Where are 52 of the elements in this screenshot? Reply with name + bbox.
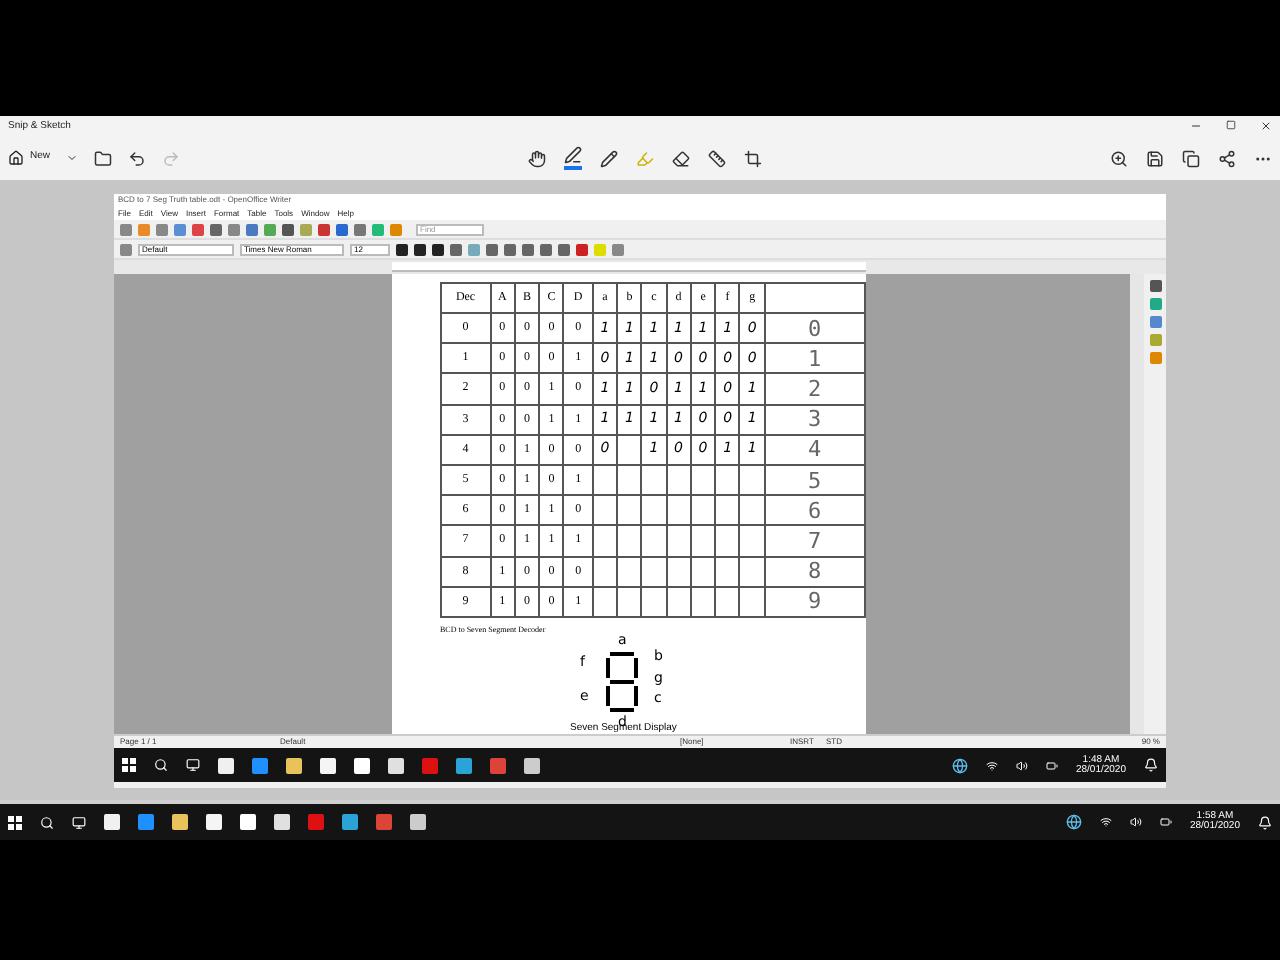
start-icon[interactable] — [122, 758, 136, 772]
task-view-icon[interactable] — [186, 758, 200, 772]
pen-icon[interactable] — [564, 146, 583, 164]
segment-digit: 4 — [808, 436, 822, 463]
notification-icon[interactable] — [1258, 815, 1272, 829]
app-icon[interactable] — [354, 757, 370, 773]
segment-digit: 1 — [808, 345, 822, 372]
app-icon[interactable] — [218, 757, 234, 773]
battery-icon[interactable] — [1159, 816, 1172, 828]
crop-icon[interactable] — [744, 149, 763, 167]
app-icon[interactable] — [456, 757, 472, 773]
scrollbar[interactable] — [1130, 274, 1144, 734]
network-icon[interactable] — [985, 759, 998, 771]
folder-icon[interactable] — [94, 149, 113, 167]
segment-digit: 8 — [808, 558, 822, 585]
share-icon[interactable] — [1218, 149, 1237, 167]
styles-icon[interactable] — [120, 243, 132, 255]
copy-icon[interactable] — [1182, 149, 1201, 167]
segment-digit: 7 — [808, 527, 822, 554]
app-icon[interactable] — [388, 757, 404, 773]
battery-icon[interactable] — [1045, 759, 1058, 771]
app-icon[interactable] — [286, 757, 302, 773]
eraser-icon[interactable] — [672, 149, 691, 167]
close-icon[interactable] — [1260, 120, 1272, 132]
globe-icon[interactable] — [1065, 814, 1082, 830]
segment-digit: 5 — [808, 467, 822, 494]
app-icon[interactable] — [252, 757, 268, 773]
segment-digit: 2 — [808, 375, 822, 402]
app-icon[interactable] — [524, 757, 540, 773]
volume-icon[interactable] — [1129, 816, 1142, 828]
task-view-icon[interactable] — [72, 815, 86, 829]
save-icon[interactable] — [1146, 149, 1165, 167]
zoom-icon[interactable] — [1110, 149, 1129, 167]
undo-icon[interactable] — [128, 149, 147, 167]
search-icon[interactable] — [40, 815, 54, 829]
touch-writing-icon[interactable] — [528, 149, 547, 167]
notification-icon[interactable] — [1144, 758, 1158, 772]
ruler-icon[interactable] — [708, 149, 727, 167]
chevron-down-icon[interactable] — [66, 152, 79, 164]
pencil-icon[interactable] — [600, 149, 619, 167]
start-icon[interactable] — [8, 815, 22, 829]
segment-digit: 6 — [808, 497, 822, 524]
segment-digit: 0 — [808, 315, 822, 342]
maximize-icon[interactable] — [1226, 120, 1236, 130]
volume-icon[interactable] — [1015, 759, 1028, 771]
minimize-icon[interactable] — [1190, 120, 1202, 132]
segment-digit: 9 — [808, 588, 822, 615]
globe-icon[interactable] — [951, 757, 968, 773]
app-icon[interactable] — [320, 757, 336, 773]
segment-digit: 3 — [808, 406, 822, 433]
network-icon[interactable] — [1099, 816, 1112, 828]
search-icon[interactable] — [154, 758, 168, 772]
